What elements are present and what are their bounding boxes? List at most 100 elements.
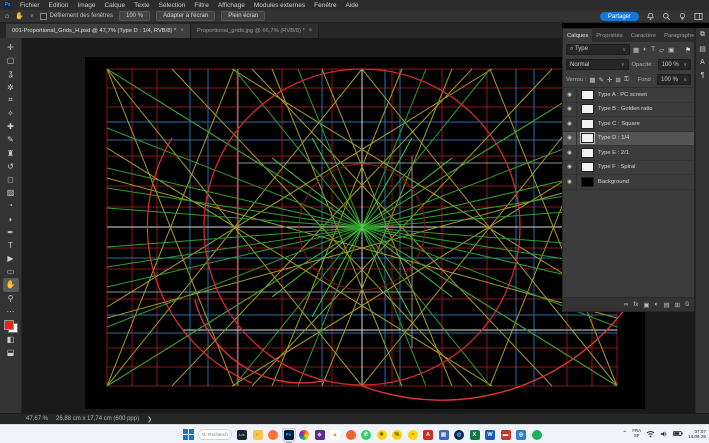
layer-visibility-eye-icon[interactable]: ◉ [563, 88, 577, 102]
lock-transparency-icon[interactable]: ▦ [589, 76, 595, 84]
layer-visibility-eye-icon[interactable]: ◉ [563, 132, 577, 146]
menu-fichier[interactable]: Fichier [20, 2, 40, 9]
lock-artboard-icon[interactable]: ⊞ [615, 76, 620, 84]
layer-visibility-eye-icon[interactable]: ◉ [563, 161, 577, 175]
shape-tool[interactable]: ▭ [3, 265, 19, 278]
pen-tool[interactable]: ✒ [3, 226, 19, 239]
panel-tab-caractre[interactable]: Caractère [627, 29, 660, 42]
menu-texte[interactable]: Texte [134, 2, 150, 9]
quick-selection-tool[interactable]: ✲ [3, 81, 19, 94]
panel-tab-calques[interactable]: Calques [563, 29, 592, 42]
layer-row[interactable]: ◉Type E : 2/1 [563, 146, 694, 161]
taskbar-app-green-app[interactable] [531, 429, 543, 441]
taskbar-app-orange-ball-app[interactable] [345, 429, 357, 441]
panel-tab-paragraphe[interactable]: Paragraphe [660, 29, 698, 42]
layer-row[interactable]: ◉Type B : Golden ratio [563, 103, 694, 118]
chevron-down-icon[interactable]: ∨ [30, 13, 34, 19]
layer-row[interactable]: ◉Type D : 1/4 [563, 132, 694, 147]
menu-s-lection[interactable]: Sélection [159, 2, 186, 9]
delete-layer-icon[interactable]: ⍉ [685, 301, 689, 309]
taskbar-app-whatsapp[interactable]: ✆ [360, 429, 372, 441]
filter-type-layers-icon[interactable]: T [651, 46, 655, 54]
opacity-select[interactable]: 100 %∨ [658, 59, 691, 70]
hand-tool[interactable]: ✋ [3, 278, 19, 291]
healing-brush-tool[interactable]: ✚ [3, 120, 19, 133]
tab-close-icon[interactable]: × [309, 28, 313, 34]
dodge-tool[interactable]: ◗ [3, 212, 19, 225]
taskbar-search[interactable]: Rechercher [198, 429, 232, 440]
layer-row[interactable]: ◉Background [563, 175, 694, 190]
menu-aide[interactable]: Aide [346, 2, 359, 9]
paragraph-panel-icon[interactable]: ¶ [701, 72, 705, 79]
screen-mode-button[interactable]: ⬓ [3, 346, 19, 359]
tab-close-icon[interactable]: × [180, 28, 184, 34]
taskbar-app-yellow-app-2[interactable]: % [391, 429, 403, 441]
panel-tab-proprits[interactable]: Propriétés [592, 29, 626, 42]
taskbar-app-firefox[interactable] [267, 429, 279, 441]
lock-pixels-icon[interactable]: ✎ [598, 76, 603, 84]
taskbar-app-blue-app[interactable]: ◎ [515, 429, 527, 441]
lasso-tool[interactable]: ʓ [3, 67, 19, 80]
layer-visibility-eye-icon[interactable]: ◉ [563, 117, 577, 131]
layers-panel-icon[interactable]: ⧉ [700, 31, 705, 39]
menu-edition[interactable]: Edition [49, 2, 69, 9]
filter-pixel-layers-icon[interactable]: ▦ [633, 46, 639, 54]
taskbar-app-dark-sphere-app[interactable]: ◍ [453, 429, 465, 441]
new-group-icon[interactable]: ▤ [663, 301, 669, 309]
eraser-tool[interactable]: ◻ [3, 173, 19, 186]
learn-bulb-icon[interactable] [678, 12, 687, 21]
link-layers-icon[interactable]: ∞ [624, 301, 629, 308]
layer-visibility-eye-icon[interactable]: ◉ [563, 146, 577, 160]
taskbar-app-lightroom-classic[interactable]: Lrc [236, 429, 248, 441]
speaker-icon[interactable] [660, 430, 668, 438]
bell-icon[interactable] [646, 12, 655, 21]
filter-adjustment-layers-icon[interactable]: ◐ [643, 46, 647, 54]
character-panel-icon[interactable]: A [700, 59, 705, 66]
layer-visibility-eye-icon[interactable]: ◉ [563, 103, 577, 117]
brush-tool[interactable]: ✎ [3, 133, 19, 146]
battery-icon[interactable] [673, 430, 683, 437]
taskbar-app-photoshop[interactable]: Ps [283, 429, 295, 441]
start-button[interactable] [183, 429, 194, 440]
menu-affichage[interactable]: Affichage [218, 2, 245, 9]
menu-filtre[interactable]: Filtre [194, 2, 208, 9]
language-indicator[interactable]: FRASF [632, 429, 641, 438]
blend-mode-select[interactable]: Normal∨ [566, 59, 629, 70]
marquee-tool[interactable]: ▢ [3, 54, 19, 67]
new-layer-icon[interactable]: ⊞ [675, 301, 680, 309]
filter-pin-icon[interactable]: ⚑ [685, 46, 691, 54]
layer-row[interactable]: ◉Type C : Square [563, 117, 694, 132]
fit-screen-button[interactable]: Adapter à l'écran [156, 11, 215, 21]
taskbar-app-photos-app[interactable] [298, 429, 310, 441]
layer-filter-select[interactable]: ⌕ Type ∨ [566, 44, 630, 55]
document-tab-1[interactable]: 001-Proportional_Grids_H.psd @ 47,7% (Ty… [6, 24, 191, 38]
scroll-all-windows-checkbox[interactable]: Défilement des fenêtres [40, 13, 113, 20]
taskbar-app-red-app[interactable]: ▬ [500, 429, 512, 441]
home-icon[interactable]: ⌂ [5, 13, 9, 20]
filter-shape-layers-icon[interactable]: ▱ [659, 46, 664, 54]
lock-all-icon[interactable]: ⚿ [624, 76, 629, 84]
gradient-tool[interactable]: ▨ [3, 186, 19, 199]
more-tools[interactable]: ⋯ [3, 305, 19, 318]
move-tool[interactable]: ✛ [3, 41, 19, 54]
type-tool[interactable]: T [3, 239, 19, 252]
taskbar-app-file-explorer[interactable]: ▸ [252, 429, 264, 441]
fill-select[interactable]: 100 %∨ [657, 74, 691, 85]
workspace-switcher-icon[interactable] [694, 12, 703, 21]
layer-mask-icon[interactable]: ▣ [643, 301, 649, 309]
menu-fen-tre[interactable]: Fenêtre [314, 2, 336, 9]
layer-row[interactable]: ◉Type F : Spiral [563, 161, 694, 176]
taskbar-app-word[interactable]: W [484, 429, 496, 441]
quick-mask-button[interactable]: ◧ [3, 333, 19, 346]
zoom-tool[interactable]: ⚲ [3, 292, 19, 305]
taskbar-app-calculator[interactable]: ▦ [438, 429, 450, 441]
layer-effects-icon[interactable]: fx [633, 301, 638, 308]
menu-image[interactable]: Image [77, 2, 95, 9]
taskbar-app-purple-app[interactable]: ◆ [314, 429, 326, 441]
taskbar-app-yellow-app-1[interactable]: ✳ [376, 429, 388, 441]
taskbar-app-acrobat[interactable]: A [422, 429, 434, 441]
lock-position-icon[interactable]: ✛ [607, 76, 612, 84]
tray-chevron-icon[interactable]: ⌃ [622, 430, 627, 437]
filter-smart-objects-icon[interactable]: ▣ [668, 46, 674, 54]
hand-tool-icon[interactable]: ✋ [15, 12, 24, 20]
